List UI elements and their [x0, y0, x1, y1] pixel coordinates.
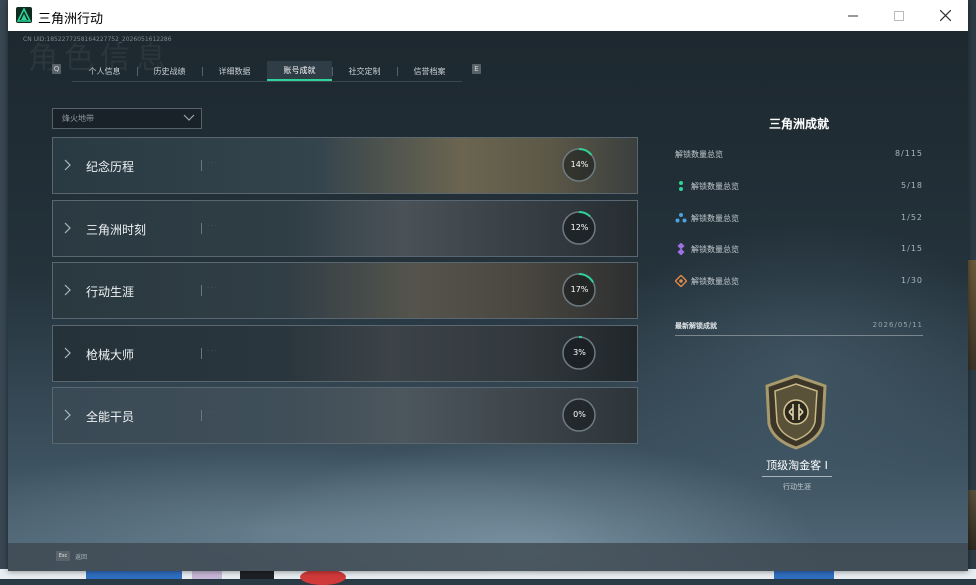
footer-bar: Esc 返回 [8, 543, 968, 571]
taskbar-item [300, 569, 346, 585]
tab-social[interactable]: 社交定制 [332, 61, 397, 81]
chevron-right-icon [64, 159, 71, 171]
close-button[interactable] [922, 0, 968, 31]
progress-text: 17% [570, 285, 589, 294]
tab-next-button[interactable]: E [472, 64, 481, 74]
tab-list: 个人信息 历史战绩 详细数据 账号成就 社交定制 信誉档案 [72, 61, 462, 81]
category-label: 行动生涯 [86, 285, 135, 299]
latest-achievement-name: 顶级淘金客 I [766, 459, 828, 472]
category-row[interactable]: 行动生涯 · · · 17% [52, 262, 638, 319]
latest-achievement-category: 行动生涯 [783, 483, 811, 491]
taskbar-item [240, 571, 274, 579]
mode-select[interactable]: 烽火地带 [52, 108, 202, 129]
chevron-right-icon [64, 409, 71, 421]
orange-tier-icon [675, 275, 687, 287]
maximize-button[interactable] [876, 0, 922, 31]
tab-bar: Q 个人信息 历史战绩 详细数据 账号成就 社交定制 信誉档案 E [52, 61, 484, 83]
category-label: 纪念历程 [86, 160, 135, 174]
purple-tier-icon [677, 243, 685, 255]
green-tier-icon [679, 181, 683, 191]
category-row[interactable]: 三角洲时刻 · · · 12% [52, 200, 638, 257]
minimize-button[interactable] [830, 0, 876, 31]
taskbar-item [86, 571, 182, 579]
tier-value: 5/18 [901, 181, 923, 190]
achievement-badge-icon[interactable] [763, 374, 829, 450]
category-label: 三角洲时刻 [86, 223, 147, 237]
latest-unlock-header: 最新解锁成就 2026/05/11 [675, 321, 923, 336]
panel-title: 三角洲成就 [768, 117, 829, 131]
overview-label: 解锁数量总览 [675, 150, 723, 159]
window-title: 三角洲行动 [38, 12, 104, 27]
overview-row: 解锁数量总览 8/115 [675, 149, 923, 163]
tab-underline [72, 81, 462, 82]
tier-label: 解锁数量总览 [691, 245, 739, 254]
category-row[interactable]: 纪念历程 · · · 14% [52, 137, 638, 194]
tier-label: 解锁数量总览 [691, 182, 739, 191]
progress-text: 12% [570, 223, 589, 232]
tier-label: 解锁数量总览 [691, 214, 739, 223]
desktop-thumbnail [968, 260, 976, 370]
divider [201, 285, 202, 296]
divider [201, 223, 202, 234]
progress-text: 3% [573, 348, 586, 357]
tier-value: 1/15 [901, 244, 923, 253]
tier-row: 解锁数量总览 1/52 [675, 213, 923, 227]
tier-label: 解锁数量总览 [691, 277, 739, 286]
decoration: · · · [207, 410, 217, 417]
category-label: 全能干员 [86, 410, 135, 424]
category-label: 枪械大师 [86, 348, 135, 362]
category-background [53, 326, 637, 381]
decoration: · · · [207, 223, 217, 230]
blue-tier-icon [675, 213, 687, 223]
chevron-right-icon [64, 222, 71, 234]
tab-personal-info[interactable]: 个人信息 [72, 61, 137, 81]
progress-text: 0% [573, 410, 586, 419]
decoration: · · · [207, 160, 217, 167]
taskbar-item [192, 571, 222, 579]
title-bar: 三角洲行动 [8, 0, 968, 31]
app-logo-icon [16, 7, 32, 23]
latest-unlock-date: 2026/05/11 [872, 321, 923, 329]
chevron-right-icon [64, 284, 71, 296]
back-label: 返回 [75, 554, 88, 561]
tier-row: 解锁数量总览 1/30 [675, 275, 923, 290]
tab-prev-button[interactable]: Q [52, 64, 61, 74]
chevron-down-icon [183, 114, 195, 121]
tab-history[interactable]: 历史战绩 [137, 61, 202, 81]
mode-select-value: 烽火地带 [62, 114, 94, 123]
category-row[interactable]: 枪械大师 · · · 3% [52, 325, 638, 382]
category-background [53, 138, 637, 193]
taskbar-item [774, 571, 834, 579]
decoration: · · · [207, 348, 217, 355]
esc-key-hint[interactable]: Esc [56, 551, 70, 561]
divider [201, 160, 202, 171]
tab-detailed-data[interactable]: 详细数据 [202, 61, 267, 81]
divider [762, 476, 832, 477]
user-uid: CN UID:18522772581642277​52_202605161228… [23, 36, 172, 43]
tier-value: 1/30 [901, 276, 923, 285]
tier-row: 解锁数量总览 5/18 [675, 181, 923, 195]
desktop-thumbnail [968, 490, 976, 550]
app-window: 三角洲行动 角色信息 CN UID:18522772581642277​52_2… [8, 0, 968, 571]
progress-text: 14% [570, 160, 589, 169]
divider [201, 348, 202, 359]
tab-achievements[interactable]: 账号成就 [267, 61, 332, 81]
category-background [53, 263, 637, 318]
category-row[interactable]: 全能干员 · · · 0% [52, 387, 638, 444]
chevron-right-icon [64, 347, 71, 359]
main-content: 角色信息 CN UID:18522772581642277​52_2026051… [8, 31, 968, 571]
overview-value: 8/115 [894, 149, 923, 158]
tab-credit[interactable]: 信誉档案 [397, 61, 462, 81]
latest-unlock-label: 最新解锁成就 [675, 322, 717, 330]
tier-row: 解锁数量总览 1/15 [675, 243, 923, 258]
category-background [53, 388, 637, 443]
decoration: · · · [207, 285, 217, 292]
tier-value: 1/52 [901, 213, 923, 222]
divider [201, 410, 202, 421]
